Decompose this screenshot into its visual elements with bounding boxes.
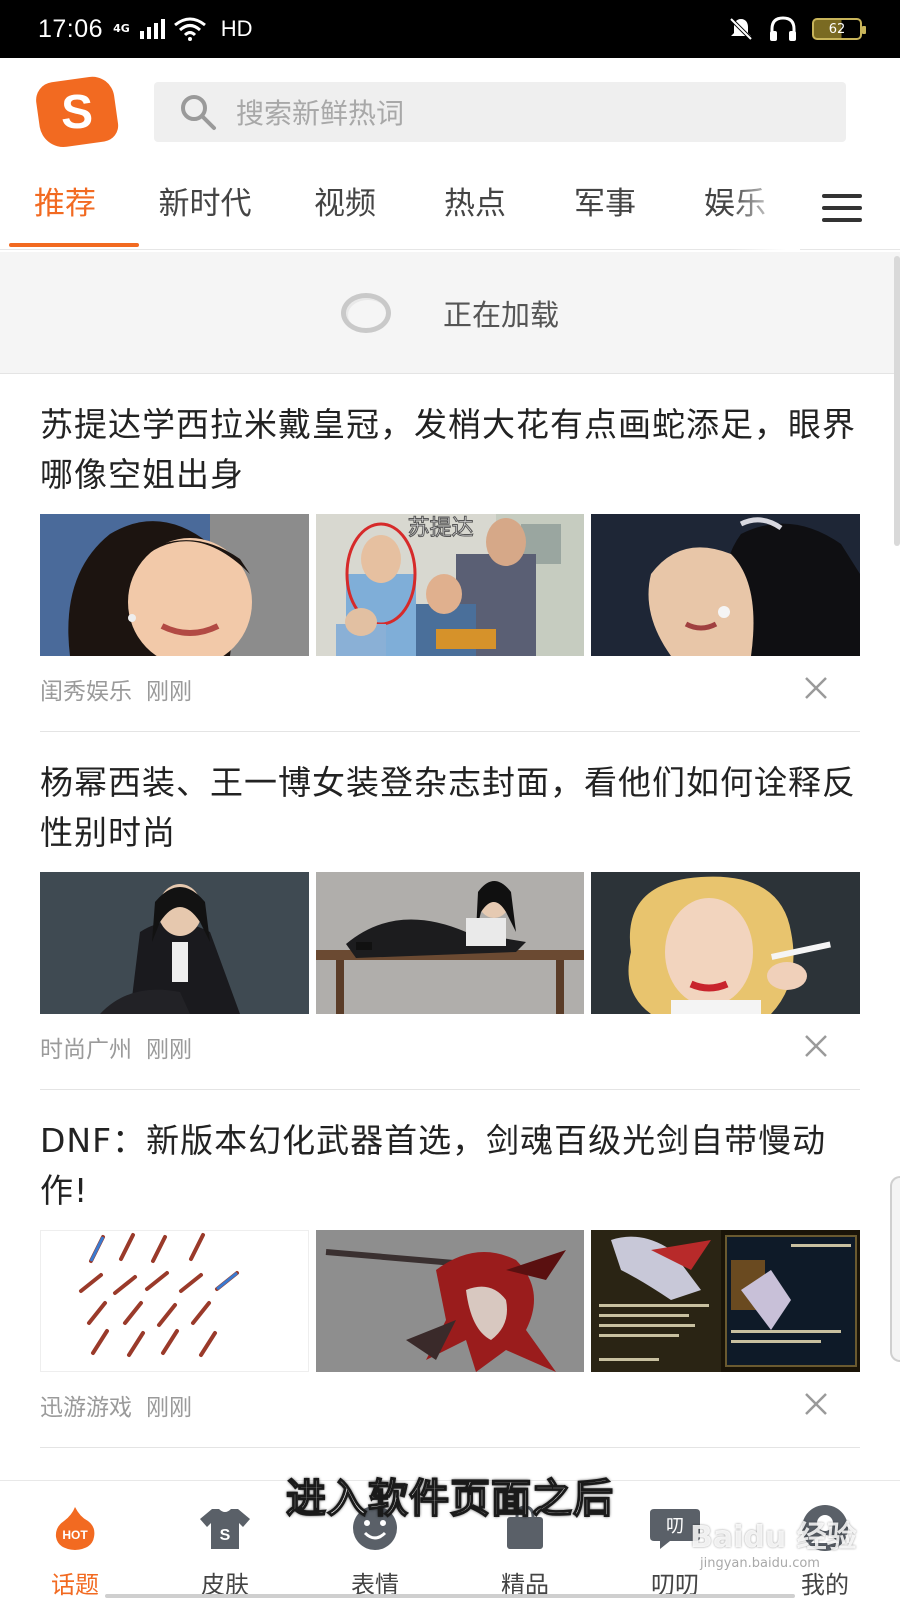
headphones-icon — [770, 16, 796, 41]
dismiss-close-icon[interactable] — [802, 674, 830, 702]
hd-indicator: HD — [220, 16, 253, 41]
article-time: 刚刚 — [146, 679, 192, 705]
article-image[interactable] — [40, 872, 309, 1014]
news-article[interactable]: 杨幂西装、王一博女装登杂志封面，看他们如何诠释反性别时尚 时尚广州 刚刚 — [40, 732, 861, 1090]
network-status: 4G HD — [113, 16, 253, 42]
signal-strength-icon — [139, 19, 165, 39]
article-thumbnails — [40, 872, 861, 1014]
article-source[interactable]: 迅游游戏 — [40, 1395, 132, 1421]
tab-hot[interactable]: 热点 — [410, 166, 540, 250]
loading-text: 正在加载 — [442, 297, 559, 332]
battery-icon: 62 — [812, 18, 866, 40]
article-image[interactable] — [315, 1230, 585, 1372]
article-time: 刚刚 — [146, 1037, 192, 1063]
article-image[interactable] — [40, 1230, 309, 1372]
channel-menu-button[interactable] — [822, 193, 862, 222]
baidu-watermark: Baidu 经验 — [690, 1520, 857, 1555]
article-meta: 迅游游戏 刚刚 — [40, 1388, 192, 1422]
article-image[interactable] — [591, 1230, 861, 1372]
mute-notification-icon — [729, 17, 753, 41]
hot-badge-text: HOT — [62, 1528, 88, 1542]
article-image[interactable]: 苏提达 — [315, 514, 585, 656]
article-image[interactable] — [591, 514, 861, 656]
news-article[interactable]: 苏提达学西拉米戴皇冠，发梢大花有点画蛇添足，眼界哪像空姐出身 苏提达 闺秀娱乐 … — [40, 374, 861, 732]
dismiss-close-icon[interactable] — [802, 1390, 830, 1418]
search-icon — [181, 95, 216, 130]
tab-fade — [730, 165, 800, 250]
article-time: 刚刚 — [146, 1395, 192, 1421]
nav-label: 话题 — [51, 1571, 99, 1599]
side-edge-handle[interactable] — [890, 1176, 900, 1362]
article-thumbnails: 苏提达 — [40, 514, 861, 656]
svg-text:S: S — [220, 1527, 231, 1544]
menu-icon-line — [822, 205, 862, 210]
status-bar: 17:06 4G HD 62 — [0, 0, 900, 58]
dismiss-close-icon[interactable] — [802, 1032, 830, 1060]
logo-letter: S — [60, 85, 94, 139]
category-tabs: 推荐 新时代 视频 热点 军事 娱乐 — [0, 165, 900, 250]
pull-refresh-loading: 正在加载 — [0, 252, 900, 374]
article-source[interactable]: 时尚广州 — [40, 1037, 132, 1063]
wifi-icon — [173, 17, 206, 41]
tab-video[interactable]: 视频 — [280, 166, 410, 250]
tab-military[interactable]: 军事 — [540, 166, 670, 250]
app-header: S 搜索新鲜热词 — [0, 58, 900, 166]
tab-list: 推荐 新时代 视频 热点 军事 娱乐 — [0, 165, 800, 250]
feed-scrollbar[interactable] — [894, 256, 900, 546]
article-source[interactable]: 闺秀娱乐 — [40, 679, 132, 705]
article-meta: 闺秀娱乐 刚刚 — [40, 672, 192, 706]
article-image[interactable] — [40, 514, 309, 656]
menu-icon-line — [822, 217, 862, 222]
network-type-label: 4G — [113, 22, 130, 35]
baidu-watermark-url: jingyan.baidu.com — [700, 1556, 820, 1571]
article-title[interactable]: 杨幂西装、王一博女装登杂志封面，看他们如何诠释反性别时尚 — [40, 758, 860, 858]
loading-spinner-icon — [340, 292, 391, 333]
article-title[interactable]: 苏提达学西拉米戴皇冠，发梢大花有点画蛇添足，眼界哪像空姐出身 — [40, 400, 860, 500]
status-right-icons: 62 — [728, 15, 866, 43]
app-logo[interactable]: S — [33, 73, 121, 151]
tab-new-era[interactable]: 新时代 — [130, 166, 280, 250]
article-thumbnails — [40, 1230, 861, 1372]
menu-icon-line — [822, 193, 862, 198]
battery-level: 62 — [828, 21, 846, 37]
article-image[interactable] — [315, 872, 585, 1014]
home-indicator[interactable] — [105, 1594, 795, 1598]
tab-recommend[interactable]: 推荐 — [0, 166, 139, 250]
image-overlay-text: 苏提达 — [407, 516, 474, 542]
search-input[interactable]: 搜索新鲜热词 — [154, 82, 846, 142]
status-time: 17:06 — [38, 14, 104, 43]
article-title[interactable]: DNF：新版本幻化武器首选，剑魂百级光剑自带慢动作! — [40, 1116, 860, 1216]
search-placeholder: 搜索新鲜热词 — [236, 97, 405, 130]
article-image[interactable] — [591, 872, 861, 1014]
article-meta: 时尚广州 刚刚 — [40, 1030, 192, 1064]
news-article[interactable]: DNF：新版本幻化武器首选，剑魂百级光剑自带慢动作! 迅游游戏 刚刚 — [40, 1090, 861, 1448]
